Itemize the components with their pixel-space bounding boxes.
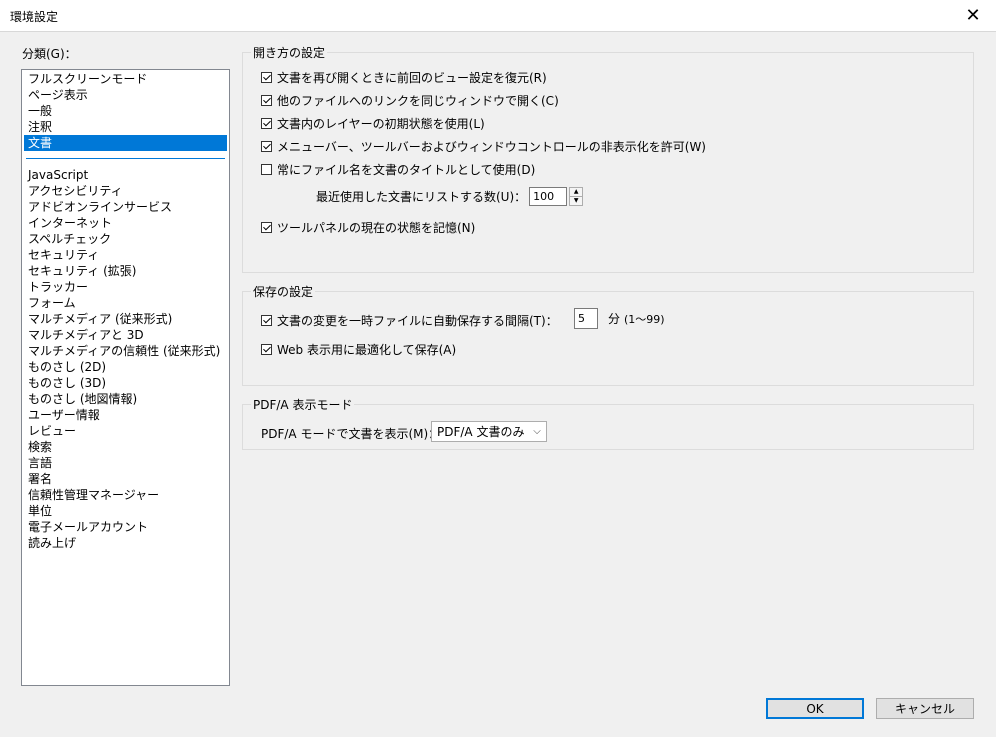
- category-item[interactable]: セキュリティ (拡張): [24, 263, 227, 279]
- autosave-checkbox[interactable]: [261, 315, 272, 326]
- toolpanel-state-option[interactable]: ツールパネルの現在の状態を記憶(N): [261, 219, 475, 236]
- filename-title-option[interactable]: 常にファイル名を文書のタイトルとして使用(D): [261, 161, 535, 178]
- category-item[interactable]: ユーザー情報: [24, 407, 227, 423]
- category-item[interactable]: インターネット: [24, 215, 227, 231]
- restore-view-label: 文書を再び開くときに前回のビュー設定を復元(R): [277, 71, 547, 85]
- hide-controls-option[interactable]: メニューバー、ツールバーおよびウィンドウコントロールの非表示化を許可(W): [261, 138, 706, 155]
- category-item[interactable]: マルチメディアと 3D: [24, 327, 227, 343]
- cancel-button[interactable]: キャンセル: [876, 698, 974, 719]
- category-item[interactable]: 注釈: [24, 119, 227, 135]
- save-settings-group: 保存の設定: [242, 283, 974, 386]
- recent-docs-row: 最近使用した文書にリストする数(U)： 100 ▲ ▼: [316, 187, 584, 206]
- restore-view-checkbox[interactable]: [261, 72, 272, 83]
- autosave-interval-row: 5 分 (1〜99): [574, 308, 665, 329]
- category-item[interactable]: スペルチェック: [24, 231, 227, 247]
- stepper-up-icon[interactable]: ▲: [570, 188, 583, 196]
- category-item[interactable]: 一般: [24, 103, 227, 119]
- category-item[interactable]: ものさし (2D): [24, 359, 227, 375]
- web-optimize-checkbox[interactable]: [261, 344, 272, 355]
- filename-title-label: 常にファイル名を文書のタイトルとして使用(D): [277, 163, 536, 177]
- recent-docs-stepper[interactable]: ▲ ▼: [569, 187, 584, 206]
- web-optimize-label: Web 表示用に最適化して保存(A): [277, 343, 457, 357]
- close-icon[interactable]: ✕: [950, 0, 996, 31]
- layer-state-checkbox[interactable]: [261, 118, 272, 129]
- save-settings-legend: 保存の設定: [251, 283, 316, 300]
- hide-controls-label: メニューバー、ツールバーおよびウィンドウコントロールの非表示化を許可(W): [277, 140, 706, 154]
- ok-button[interactable]: OK: [766, 698, 864, 719]
- category-separator: [26, 158, 225, 159]
- category-list[interactable]: フルスクリーンモード ページ表示 一般 注釈 文書 JavaScript アクセシビリティア…: [21, 69, 230, 686]
- category-item[interactable]: マルチメディアの信頼性 (従来形式): [24, 343, 227, 359]
- stepper-down-icon[interactable]: ▼: [570, 196, 583, 205]
- category-item[interactable]: 電子メールアカウント: [24, 519, 227, 535]
- category-item[interactable]: フルスクリーンモード: [24, 71, 227, 87]
- window-title: 環境設定: [10, 10, 59, 24]
- pdfa-mode-select[interactable]: PDF/A 文書のみ ⌵: [431, 421, 547, 442]
- category-item[interactable]: セキュリティ: [24, 247, 227, 263]
- chevron-down-icon[interactable]: ⌵: [528, 426, 546, 437]
- category-item[interactable]: 言語: [24, 455, 227, 471]
- autosave-label: 文書の変更を一時ファイルに自動保存する間隔(T)：: [277, 314, 558, 328]
- web-optimize-option[interactable]: Web 表示用に最適化して保存(A): [261, 341, 456, 358]
- category-item[interactable]: 検索: [24, 439, 227, 455]
- category-item[interactable]: ページ表示: [24, 87, 227, 103]
- same-window-checkbox[interactable]: [261, 95, 272, 106]
- category-item[interactable]: JavaScript: [24, 167, 227, 183]
- pdfa-mode-label: PDF/A モードで文書を表示(M)：: [261, 427, 441, 441]
- pdfa-mode-value: PDF/A 文書のみ: [437, 425, 525, 439]
- autosave-unit: 分: [608, 312, 621, 326]
- category-item[interactable]: アクセシビリティ: [24, 183, 227, 199]
- same-window-label: 他のファイルへのリンクを同じウィンドウで開く(C): [277, 94, 559, 108]
- layer-state-option[interactable]: 文書内のレイヤーの初期状態を使用(L): [261, 115, 485, 132]
- open-settings-legend: 開き方の設定: [251, 44, 328, 61]
- hide-controls-checkbox[interactable]: [261, 141, 272, 152]
- category-item[interactable]: レビュー: [24, 423, 227, 439]
- recent-docs-label: 最近使用した文書にリストする数(U)：: [316, 190, 527, 204]
- recent-docs-input[interactable]: 100: [529, 187, 568, 206]
- pdfa-legend: PDF/A 表示モード: [251, 396, 355, 413]
- category-item[interactable]: アドビオンラインサービス: [24, 199, 227, 215]
- pdfa-mode-row: PDF/A モードで文書を表示(M)：: [261, 425, 440, 442]
- category-item[interactable]: マルチメディア (従来形式): [24, 311, 227, 327]
- category-item[interactable]: 読み上げ: [24, 535, 227, 551]
- category-item[interactable]: 単位: [24, 503, 227, 519]
- filename-title-checkbox[interactable]: [261, 164, 272, 175]
- category-item[interactable]: フォーム: [24, 295, 227, 311]
- autosave-option[interactable]: 文書の変更を一時ファイルに自動保存する間隔(T)：: [261, 312, 558, 329]
- title-bar: 環境設定 ✕: [0, 0, 996, 32]
- category-label: 分類(G)：: [22, 47, 77, 61]
- autosave-range: (1〜99): [624, 312, 665, 326]
- layer-state-label: 文書内のレイヤーの初期状態を使用(L): [277, 117, 485, 131]
- category-item[interactable]: ものさし (地図情報): [24, 391, 227, 407]
- category-item[interactable]: ものさし (3D): [24, 375, 227, 391]
- toolpanel-state-label: ツールパネルの現在の状態を記憶(N): [277, 221, 476, 235]
- autosave-interval-input[interactable]: 5: [574, 308, 598, 329]
- same-window-option[interactable]: 他のファイルへのリンクを同じウィンドウで開く(C): [261, 92, 559, 109]
- category-item[interactable]: 署名: [24, 471, 227, 487]
- category-item[interactable]: 信頼性管理マネージャー: [24, 487, 227, 503]
- category-item[interactable]: 文書: [24, 135, 227, 151]
- restore-view-option[interactable]: 文書を再び開くときに前回のビュー設定を復元(R): [261, 69, 547, 86]
- toolpanel-state-checkbox[interactable]: [261, 222, 272, 233]
- category-item[interactable]: トラッカー: [24, 279, 227, 295]
